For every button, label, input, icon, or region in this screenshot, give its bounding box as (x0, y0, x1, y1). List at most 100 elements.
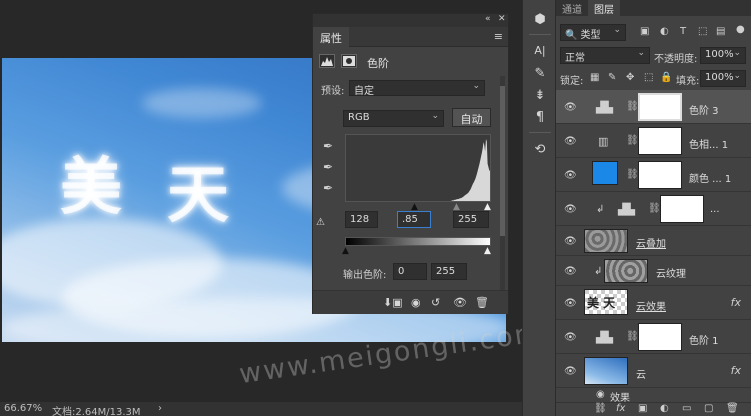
collapse-icon[interactable]: « (485, 14, 491, 24)
layer-row[interactable]: 👁 云叠加 (556, 226, 751, 256)
visibility-eye-icon[interactable]: 👁 (564, 236, 577, 247)
link-layers-icon[interactable]: ⛓ (594, 403, 607, 414)
layer-row[interactable]: 👁 云 fx (556, 354, 751, 388)
filter-toggle-icon[interactable]: ● (736, 24, 745, 35)
view-previous-icon[interactable]: ◉ (411, 296, 421, 309)
delete-icon[interactable]: 🗑 (475, 296, 489, 309)
close-icon[interactable]: ✕ (498, 14, 506, 24)
new-layer-icon[interactable]: ▢ (704, 403, 713, 414)
layer-name[interactable]: 云纹理 (656, 265, 686, 280)
lock-position-icon[interactable]: ✥ (626, 72, 634, 83)
visibility-eye-icon[interactable]: 👁 (564, 170, 577, 181)
zoom-level[interactable]: 66.67% (4, 403, 42, 414)
adjustment-filter-icon[interactable]: ◐ (660, 26, 669, 37)
layer-row[interactable]: 👁 ↲ 云纹理 (556, 256, 751, 286)
clip-to-layer-icon[interactable]: ⬇▣ (383, 296, 403, 309)
black-point-eyedropper-icon[interactable]: ✒ (323, 139, 333, 153)
layer-effects-icon[interactable]: fx (731, 296, 741, 309)
3d-cube-icon[interactable]: ⬢ (531, 12, 549, 30)
lock-image-icon[interactable]: ✎ (608, 72, 616, 83)
status-arrow-icon[interactable]: › (158, 403, 162, 414)
history-icon[interactable]: ⟲ (531, 142, 549, 160)
type-filter-icon[interactable]: T (680, 26, 686, 37)
adjustments-icon[interactable]: ⇟ (531, 88, 549, 106)
layer-row[interactable]: 👁 ▟▙ ⛓ 色阶 1 (556, 320, 751, 354)
layer-name[interactable]: 色阶 1 (689, 332, 719, 347)
smart-object-filter-icon[interactable]: ▤ (716, 26, 725, 37)
layer-thumbnail[interactable] (584, 357, 628, 385)
paragraph-icon[interactable]: ¶ (531, 110, 549, 128)
layer-name[interactable]: ... (710, 204, 720, 215)
clip-warning-icon[interactable]: ⚠ (316, 217, 325, 228)
new-adjustment-icon[interactable]: ◐ (660, 403, 669, 414)
output-slider-track[interactable]: ▲ ▲ (342, 246, 491, 256)
new-group-icon[interactable]: ▭ (682, 403, 691, 414)
layer-row[interactable]: 👁 ▟▙ ⛓ 色阶 3 (556, 90, 751, 124)
color-fill-thumbnail[interactable] (592, 161, 618, 185)
layer-row[interactable]: 👁 ⛓ 颜色 ... 1 (556, 158, 751, 192)
tab-channels[interactable]: 通道 (556, 0, 588, 16)
layer-row[interactable]: 👁 美 天 云效果 fx (556, 286, 751, 320)
shape-filter-icon[interactable]: ⬚ (698, 26, 707, 37)
input-white-field[interactable]: 255 (453, 211, 489, 228)
link-icon[interactable]: ⛓ (648, 203, 661, 214)
layer-row[interactable]: ◉ 效果 (556, 388, 751, 404)
layer-mask-thumbnail[interactable] (638, 323, 682, 351)
lock-artboard-icon[interactable]: ⬚ (644, 72, 653, 83)
channel-dropdown[interactable]: RGB ⌄ (343, 110, 444, 127)
link-icon[interactable]: ⛓ (626, 169, 639, 180)
visibility-eye-icon[interactable]: 👁 (453, 296, 467, 309)
layer-row[interactable]: 👁 ↲ ▟▙ ⛓ ... (556, 192, 751, 226)
lock-all-icon[interactable]: 🔒 (660, 72, 672, 83)
opacity-field[interactable]: 100% ⌄ (700, 47, 746, 64)
panel-menu-icon[interactable]: ≡ (494, 30, 503, 43)
properties-title-bar[interactable]: « ✕ (313, 14, 508, 27)
link-icon[interactable]: ⛓ (626, 135, 639, 146)
preset-dropdown[interactable]: 自定 ⌄ (349, 80, 485, 97)
input-black-field[interactable]: 128 (345, 211, 378, 228)
layer-row[interactable]: 👁 ▥ ⛓ 色相... 1 (556, 124, 751, 158)
delete-layer-icon[interactable]: 🗑 (726, 403, 739, 414)
layer-name[interactable]: 色相... 1 (689, 136, 728, 151)
scrollbar-thumb[interactable] (500, 86, 505, 236)
input-slider-track[interactable]: ▲ ▲ ▲ (345, 202, 491, 212)
visibility-eye-icon[interactable]: 👁 (564, 298, 577, 309)
tab-properties[interactable]: 属性 (313, 27, 349, 47)
auto-button[interactable]: 自动 (452, 108, 491, 127)
visibility-eye-icon[interactable]: 👁 (564, 266, 577, 277)
output-black-slider[interactable]: ▲ (342, 246, 349, 256)
brush-icon[interactable]: ✎ (531, 66, 549, 84)
blend-mode-dropdown[interactable]: 正常 ⌄ (560, 47, 650, 64)
add-style-icon[interactable]: fx (616, 403, 625, 414)
layer-thumbnail[interactable]: 美 天 (584, 289, 628, 315)
layer-thumbnail[interactable] (584, 229, 628, 253)
layer-mask-thumbnail[interactable] (660, 195, 704, 223)
layer-name[interactable]: 颜色 ... 1 (689, 170, 731, 185)
output-white-field[interactable]: 255 (431, 263, 467, 280)
layer-name[interactable]: 云叠加 (636, 235, 666, 250)
output-white-slider[interactable]: ▲ (484, 246, 491, 256)
layer-name[interactable]: 云效果 (636, 298, 666, 313)
lock-transparent-icon[interactable]: ▦ (590, 72, 599, 83)
layer-name[interactable]: 色阶 3 (689, 102, 719, 117)
panel-scrollbar[interactable] (500, 76, 505, 308)
visibility-eye-icon[interactable]: 👁 (564, 366, 577, 377)
character-icon[interactable]: A| (531, 44, 549, 62)
layer-mask-thumbnail[interactable] (638, 93, 682, 121)
layer-mask-thumbnail[interactable] (638, 127, 682, 155)
layer-filter-dropdown[interactable]: 🔍 类型 ⌄ (560, 24, 626, 41)
output-black-field[interactable]: 0 (393, 263, 427, 280)
visibility-eye-icon[interactable]: 👁 (564, 136, 577, 147)
layer-thumbnail[interactable] (604, 259, 648, 283)
input-gamma-field[interactable]: .85 (397, 211, 431, 228)
visibility-eye-icon[interactable]: 👁 (564, 332, 577, 343)
layer-mask-icon[interactable] (341, 54, 357, 68)
visibility-eye-icon[interactable]: 👁 (564, 204, 577, 215)
link-icon[interactable]: ⛓ (626, 101, 639, 112)
pixel-filter-icon[interactable]: ▣ (640, 26, 649, 37)
layer-effects-icon[interactable]: fx (731, 364, 741, 377)
layer-name[interactable]: 云 (636, 366, 646, 381)
fill-field[interactable]: 100% ⌄ (700, 70, 746, 87)
gray-point-eyedropper-icon[interactable]: ✒ (323, 160, 333, 174)
layer-mask-thumbnail[interactable] (638, 161, 682, 189)
